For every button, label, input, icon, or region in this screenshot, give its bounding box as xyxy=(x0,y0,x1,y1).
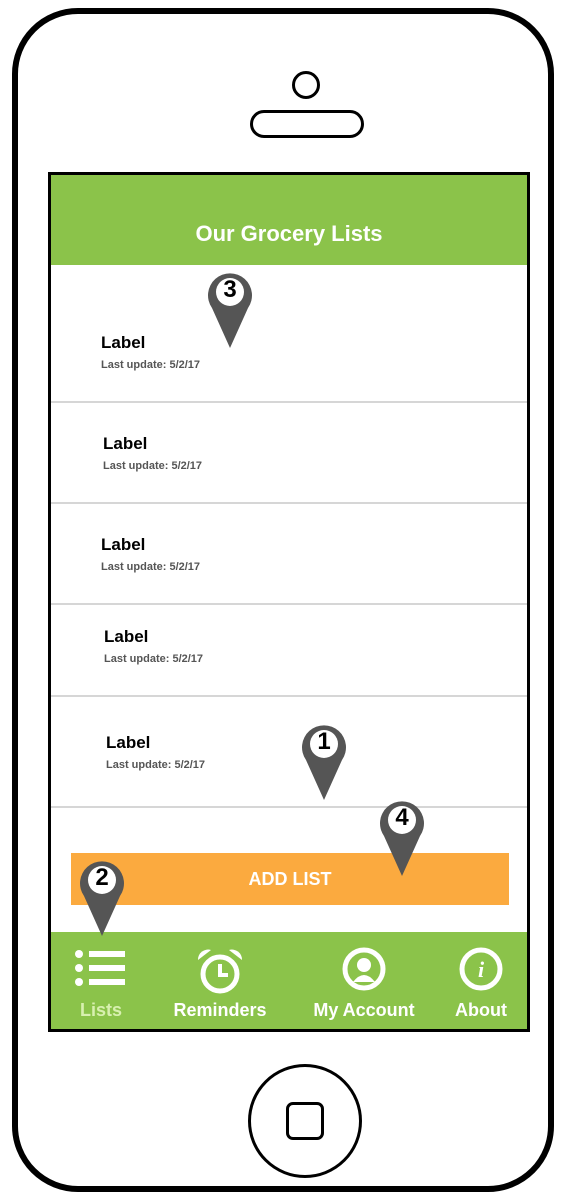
list-item-subtitle: Last update: 5/2/17 xyxy=(104,653,204,665)
tab-my-account[interactable]: My Account xyxy=(299,932,429,1029)
tab-label: My Account xyxy=(313,1000,415,1020)
page-title: Our Grocery Lists xyxy=(195,221,383,246)
annotation-pin-3: 3 xyxy=(206,270,254,350)
annotation-number: 4 xyxy=(395,804,409,831)
svg-text:i: i xyxy=(478,957,485,982)
add-list-button[interactable]: ADD LIST xyxy=(71,853,509,905)
annotation-number: 3 xyxy=(223,276,237,303)
tab-lists[interactable]: Lists xyxy=(51,932,151,1029)
list-item-subtitle: Last update: 5/2/17 xyxy=(103,460,203,472)
list-item-label: Label xyxy=(101,333,146,352)
tab-label: Lists xyxy=(79,1000,122,1020)
list-item-label: Label xyxy=(103,434,148,453)
list-item-label: Label xyxy=(101,535,146,554)
tab-about[interactable]: i About xyxy=(441,932,521,1029)
tab-reminders[interactable]: Reminders xyxy=(163,932,277,1029)
tab-label: About xyxy=(455,1000,507,1020)
list-icon xyxy=(75,950,125,986)
annotation-pin-1: 1 xyxy=(300,722,348,802)
list-item-subtitle: Last update: 5/2/17 xyxy=(101,561,201,573)
list-item[interactable]: Label Last update: 5/2/17 xyxy=(51,265,527,403)
account-icon xyxy=(342,947,386,991)
info-icon: i xyxy=(459,947,503,991)
annotation-number: 1 xyxy=(317,728,331,755)
list-item-subtitle: Last update: 5/2/17 xyxy=(106,759,206,771)
annotation-pin-4: 4 xyxy=(378,798,426,878)
annotation-number: 2 xyxy=(95,864,109,891)
list-item-subtitle: Last update: 5/2/17 xyxy=(101,359,201,371)
list-item[interactable]: Label Last update: 5/2/17 xyxy=(51,605,527,697)
front-camera xyxy=(292,71,320,99)
tab-bar: Lists Reminders My Account i About xyxy=(51,932,527,1029)
annotation-pin-2: 2 xyxy=(78,858,126,938)
list-item[interactable]: Label Last update: 5/2/17 xyxy=(51,697,527,808)
list-item-label: Label xyxy=(106,733,151,752)
list-item-label: Label xyxy=(104,627,149,646)
tab-label: Reminders xyxy=(173,1000,267,1020)
home-square-icon xyxy=(286,1102,324,1140)
list-item[interactable]: Label Last update: 5/2/17 xyxy=(51,504,527,605)
app-header: Our Grocery Lists xyxy=(51,175,527,265)
earpiece-speaker xyxy=(250,110,364,138)
alarm-clock-icon xyxy=(197,949,243,994)
home-button[interactable] xyxy=(248,1064,362,1178)
list-item[interactable]: Label Last update: 5/2/17 xyxy=(51,403,527,504)
